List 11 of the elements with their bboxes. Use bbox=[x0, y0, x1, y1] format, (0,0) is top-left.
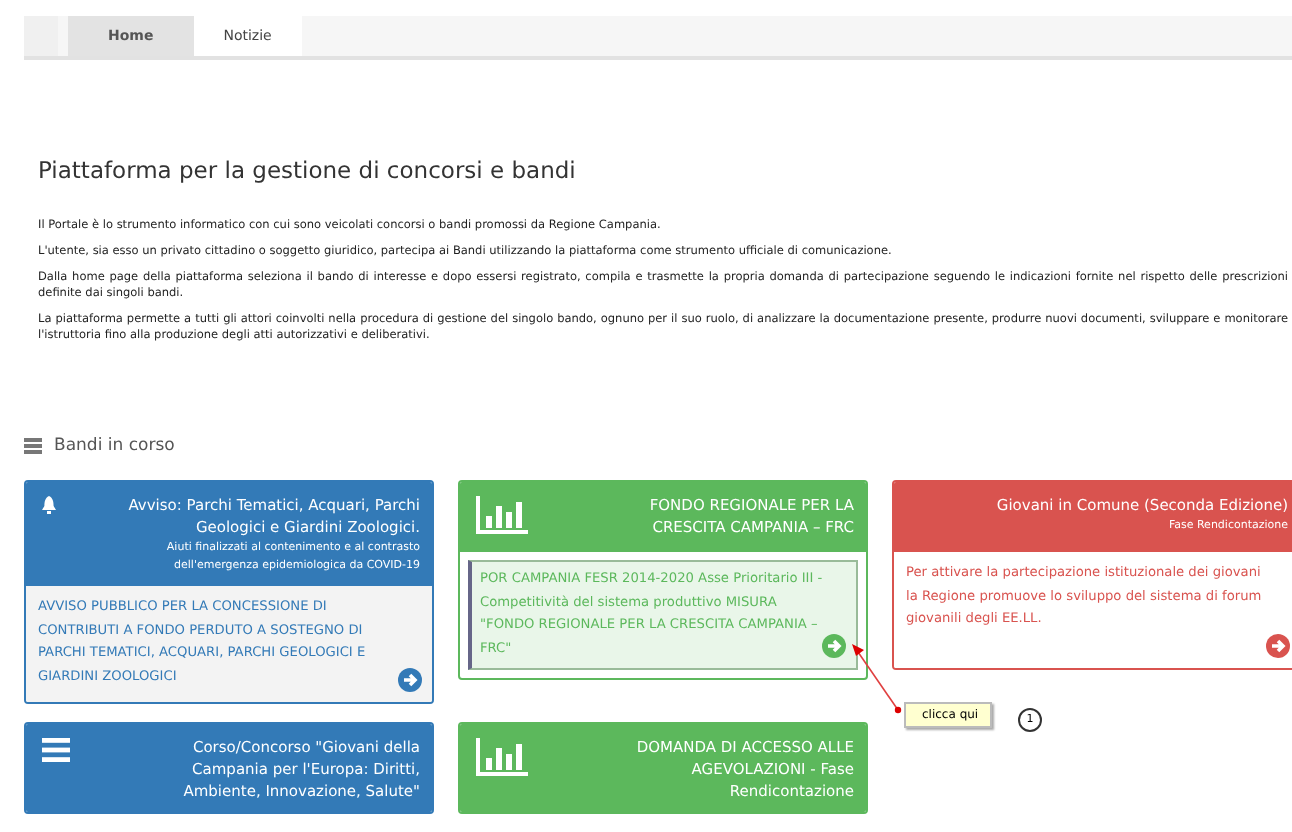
page-title: Piattaforma per la gestione di concorsi e bandi bbox=[38, 156, 578, 184]
bar-chart-icon bbox=[476, 496, 528, 534]
menu-icon bbox=[42, 738, 70, 762]
bar-chart-icon bbox=[476, 738, 528, 776]
bell-icon bbox=[42, 496, 56, 514]
list-icon bbox=[24, 438, 42, 454]
arrow-right-icon bbox=[1266, 634, 1290, 658]
pointer-arrow bbox=[850, 642, 902, 714]
section-heading: Bandi in corso bbox=[54, 436, 175, 456]
arrow-right-icon bbox=[822, 634, 846, 658]
arrow-right-icon bbox=[398, 668, 422, 692]
